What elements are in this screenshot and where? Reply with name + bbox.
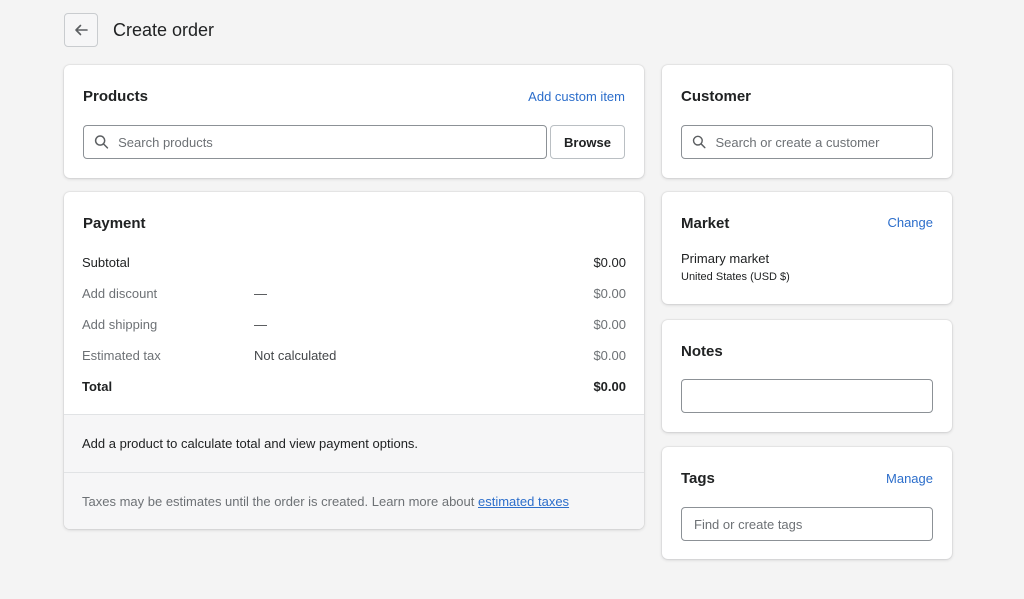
payment-row-shipping: Add shipping — $0.00	[82, 317, 626, 335]
add-custom-item-link[interactable]: Add custom item	[528, 89, 625, 104]
discount-amount: $0.00	[593, 286, 626, 301]
back-button[interactable]	[64, 13, 98, 47]
discount-detail: —	[254, 286, 267, 301]
total-amount: $0.00	[593, 379, 626, 394]
payment-message-section: Add a product to calculate total and vie…	[64, 414, 644, 472]
notes-card: Notes	[662, 320, 952, 432]
market-title: Market	[681, 215, 730, 232]
page-header: Create order	[64, 13, 214, 47]
add-shipping-link[interactable]: Add shipping	[82, 317, 157, 332]
tax-note-text: Taxes may be estimates until the order i…	[82, 493, 475, 509]
tax-amount: $0.00	[593, 348, 626, 363]
subtotal-label: Subtotal	[82, 255, 130, 270]
product-search-field[interactable]	[83, 125, 547, 159]
tags-input[interactable]	[694, 516, 932, 532]
product-search-input[interactable]	[118, 134, 546, 150]
tax-detail: Not calculated	[254, 348, 337, 363]
shipping-amount: $0.00	[593, 317, 626, 332]
search-icon	[94, 135, 109, 149]
tags-title: Tags	[681, 470, 715, 487]
notes-input[interactable]	[694, 388, 932, 404]
notes-field[interactable]	[681, 379, 933, 413]
market-card: Market Change Primary market United Stat…	[662, 192, 952, 304]
products-title: Products	[83, 88, 149, 105]
arrow-left-icon	[75, 24, 88, 36]
products-card: Products Add custom item Browse	[64, 65, 644, 178]
payment-message: Add a product to calculate total and vie…	[82, 436, 419, 451]
payment-row-total: Total $0.00	[82, 379, 626, 397]
manage-tags-link[interactable]: Manage	[886, 471, 933, 486]
estimated-taxes-link[interactable]: estimated taxes	[478, 494, 569, 509]
market-name: Primary market	[681, 251, 770, 266]
market-region: United States (USD $)	[681, 271, 790, 283]
customer-search-input[interactable]	[715, 134, 932, 150]
payment-row-subtotal: Subtotal $0.00	[82, 255, 626, 273]
notes-title: Notes	[681, 343, 723, 360]
search-icon	[692, 135, 706, 149]
add-discount-link[interactable]: Add discount	[82, 286, 157, 301]
total-label: Total	[82, 379, 113, 394]
estimated-tax-label: Estimated tax	[82, 348, 161, 363]
page-title: Create order	[113, 19, 215, 40]
payment-title: Payment	[83, 215, 146, 232]
payment-row-discount: Add discount — $0.00	[82, 286, 626, 304]
subtotal-amount: $0.00	[593, 255, 626, 270]
payment-card: Payment Subtotal $0.00 Add discount — $0…	[64, 192, 644, 529]
browse-button[interactable]: Browse	[550, 125, 625, 159]
customer-title: Customer	[681, 88, 752, 105]
customer-search-field[interactable]	[681, 125, 933, 159]
tax-note-section: Taxes may be estimates until the order i…	[64, 472, 644, 529]
tags-field[interactable]	[681, 507, 933, 541]
tags-card: Tags Manage	[662, 447, 952, 559]
customer-card: Customer	[662, 65, 952, 178]
payment-row-tax: Estimated tax Not calculated $0.00	[82, 348, 626, 366]
shipping-detail: —	[254, 317, 267, 332]
change-market-link[interactable]: Change	[887, 215, 933, 230]
